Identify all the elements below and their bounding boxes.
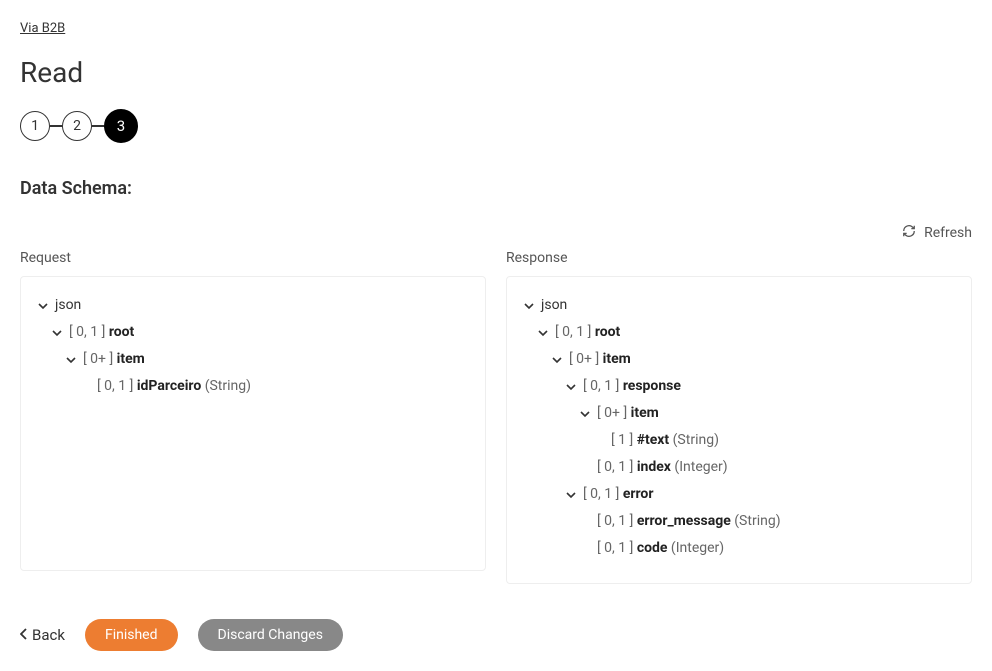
tree-node[interactable]: [ 0, 1 ] root	[523, 322, 955, 343]
tree-node-label: json	[55, 295, 81, 316]
tree-node: [ 1 ] #text (String)	[523, 430, 955, 451]
tree-node-label: [ 0, 1 ] response	[583, 376, 681, 397]
tree-node[interactable]: json	[37, 295, 469, 316]
request-label: Request	[20, 250, 486, 266]
tree-node[interactable]: [ 0+ ] item	[523, 403, 955, 424]
tree-node-label: [ 0+ ] item	[597, 403, 659, 424]
back-button[interactable]: Back	[20, 626, 65, 644]
stepper: 123	[20, 109, 972, 143]
refresh-label: Refresh	[924, 225, 972, 241]
chevron-down-icon[interactable]	[565, 382, 577, 392]
refresh-icon	[902, 224, 916, 242]
chevron-down-icon[interactable]	[579, 409, 591, 419]
tree-node[interactable]: [ 0, 1 ] response	[523, 376, 955, 397]
tree-node: [ 0, 1 ] code (Integer)	[523, 538, 955, 559]
chevron-down-icon[interactable]	[565, 490, 577, 500]
tree-node: [ 0, 1 ] index (Integer)	[523, 457, 955, 478]
tree-node-label: [ 0+ ] item	[569, 349, 631, 370]
page-title: Read	[20, 56, 972, 89]
chevron-down-icon[interactable]	[551, 355, 563, 365]
tree-node-label: [ 0, 1 ] idParceiro (String)	[97, 376, 251, 397]
section-title: Data Schema:	[20, 178, 972, 199]
tree-node[interactable]: json	[523, 295, 955, 316]
tree-node-label: [ 1 ] #text (String)	[611, 430, 719, 451]
request-panel: json [ 0, 1 ] root [ 0+ ] item [ 0, 1 ] idP…	[20, 276, 486, 571]
response-label: Response	[506, 250, 972, 266]
tree-node[interactable]: [ 0+ ] item	[523, 349, 955, 370]
refresh-button[interactable]: Refresh	[902, 224, 972, 242]
chevron-down-icon[interactable]	[65, 355, 77, 365]
tree-node[interactable]: [ 0, 1 ] error	[523, 484, 955, 505]
tree-node-label: [ 0, 1 ] error	[583, 484, 653, 505]
tree-node[interactable]: [ 0+ ] item	[37, 349, 469, 370]
back-label: Back	[32, 626, 65, 644]
step-2[interactable]: 2	[62, 111, 92, 141]
chevron-down-icon[interactable]	[523, 301, 535, 311]
step-3[interactable]: 3	[104, 109, 138, 143]
discard-button[interactable]: Discard Changes	[198, 619, 343, 651]
tree-node-label: json	[541, 295, 567, 316]
tree-node-label: [ 0, 1 ] root	[69, 322, 134, 343]
tree-node: [ 0, 1 ] error_message (String)	[523, 511, 955, 532]
tree-node-label: [ 0, 1 ] code (Integer)	[597, 538, 724, 559]
chevron-down-icon[interactable]	[37, 301, 49, 311]
breadcrumb[interactable]: Via B2B	[20, 21, 65, 36]
step-1[interactable]: 1	[20, 111, 50, 141]
tree-node[interactable]: [ 0, 1 ] root	[37, 322, 469, 343]
tree-node-label: [ 0, 1 ] error_message (String)	[597, 511, 781, 532]
finished-button[interactable]: Finished	[85, 619, 178, 651]
chevron-down-icon[interactable]	[537, 328, 549, 338]
chevron-down-icon[interactable]	[51, 328, 63, 338]
tree-node-label: [ 0+ ] item	[83, 349, 145, 370]
tree-node: [ 0, 1 ] idParceiro (String)	[37, 376, 469, 397]
tree-node-label: [ 0, 1 ] index (Integer)	[597, 457, 728, 478]
step-connector	[50, 125, 62, 127]
step-connector	[92, 125, 104, 127]
response-panel: json [ 0, 1 ] root [ 0+ ] item [ 0, 1 ] res…	[506, 276, 972, 584]
chevron-left-icon	[20, 626, 28, 644]
tree-node-label: [ 0, 1 ] root	[555, 322, 620, 343]
